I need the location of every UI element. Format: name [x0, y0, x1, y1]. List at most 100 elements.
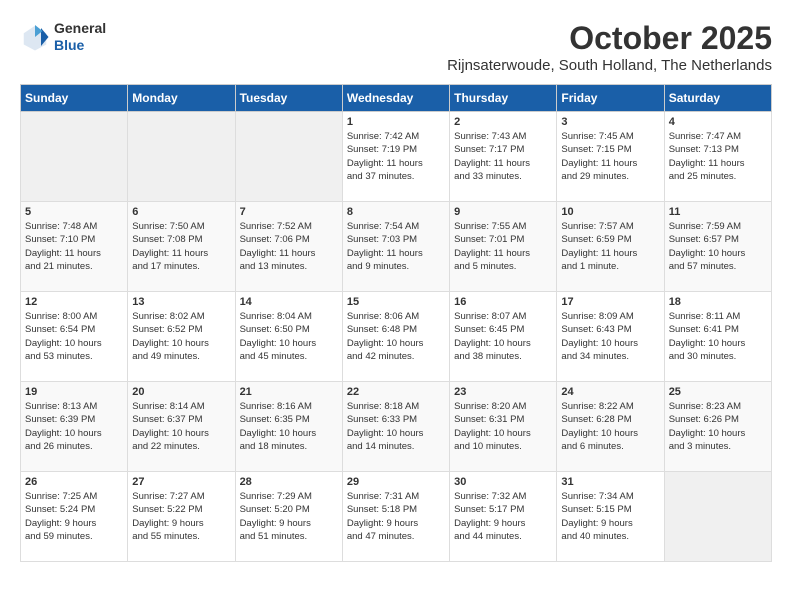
calendar-cell: 28 Sunrise: 7:29 AM Sunset: 5:20 PM Dayli… — [235, 472, 342, 562]
day-info: Sunrise: 7:47 AM Sunset: 7:13 PM Dayligh… — [669, 130, 767, 183]
day-number: 20 — [132, 386, 230, 398]
day-number: 30 — [454, 476, 552, 488]
calendar-cell: 30 Sunrise: 7:32 AM Sunset: 5:17 PM Dayli… — [450, 472, 557, 562]
calendar-table: SundayMondayTuesdayWednesdayThursdayFrid… — [20, 84, 772, 562]
logo-general: General — [54, 20, 106, 37]
calendar-cell: 13Sunrise: 8:02 AM Sunset: 6:52 PM Dayli… — [128, 292, 235, 382]
logo: General Blue — [20, 20, 106, 54]
day-number: 23 — [454, 386, 552, 398]
calendar-cell: 27 Sunrise: 7:27 AM Sunset: 5:22 PM Dayli… — [128, 472, 235, 562]
day-number: 5 — [25, 206, 123, 218]
day-info: Sunrise: 7:27 AM Sunset: 5:22 PM Dayligh… — [132, 490, 230, 543]
day-info: Sunrise: 7:59 AM Sunset: 6:57 PM Dayligh… — [669, 220, 767, 273]
calendar-cell: 8Sunrise: 7:54 AM Sunset: 7:03 PM Daylig… — [342, 202, 449, 292]
weekday-header-wednesday: Wednesday — [342, 85, 449, 112]
logo-text: General Blue — [54, 20, 106, 54]
day-info: Sunrise: 7:50 AM Sunset: 7:08 PM Dayligh… — [132, 220, 230, 273]
day-number: 16 — [454, 296, 552, 308]
day-info: Sunrise: 8:13 AM Sunset: 6:39 PM Dayligh… — [25, 400, 123, 453]
day-number: 31 — [561, 476, 659, 488]
day-info: Sunrise: 8:02 AM Sunset: 6:52 PM Dayligh… — [132, 310, 230, 363]
calendar-cell: 22Sunrise: 8:18 AM Sunset: 6:33 PM Dayli… — [342, 382, 449, 472]
calendar-cell: 17 Sunrise: 8:09 AM Sunset: 6:43 PM Dayli… — [557, 292, 664, 382]
page-header: General Blue October 2025 Rijnsaterwoude… — [20, 20, 772, 74]
calendar-cell: 2 Sunrise: 7:43 AM Sunset: 7:17 PM Daylig… — [450, 112, 557, 202]
day-info: Sunrise: 8:04 AM Sunset: 6:50 PM Dayligh… — [240, 310, 338, 363]
day-number: 25 — [669, 386, 767, 398]
day-number: 4 — [669, 116, 767, 128]
location-subtitle: Rijnsaterwoude, South Holland, The Nethe… — [447, 57, 772, 74]
calendar-cell: 11 Sunrise: 7:59 AM Sunset: 6:57 PM Dayli… — [664, 202, 771, 292]
day-info: Sunrise: 7:54 AM Sunset: 7:03 PM Dayligh… — [347, 220, 445, 273]
calendar-cell: 9 Sunrise: 7:55 AM Sunset: 7:01 PM Daylig… — [450, 202, 557, 292]
day-info: Sunrise: 7:43 AM Sunset: 7:17 PM Dayligh… — [454, 130, 552, 183]
calendar-week-row: 12 Sunrise: 8:00 AM Sunset: 6:54 PM Dayli… — [21, 292, 772, 382]
day-number: 14 — [240, 296, 338, 308]
day-number: 11 — [669, 206, 767, 218]
title-block: October 2025 Rijnsaterwoude, South Holla… — [447, 20, 772, 74]
calendar-cell: 15Sunrise: 8:06 AM Sunset: 6:48 PM Dayli… — [342, 292, 449, 382]
day-info: Sunrise: 8:14 AM Sunset: 6:37 PM Dayligh… — [132, 400, 230, 453]
weekday-header-thursday: Thursday — [450, 85, 557, 112]
calendar-cell: 1Sunrise: 7:42 AM Sunset: 7:19 PM Daylig… — [342, 112, 449, 202]
month-title: October 2025 — [447, 20, 772, 57]
day-number: 19 — [25, 386, 123, 398]
calendar-cell — [128, 112, 235, 202]
calendar-week-row: 1Sunrise: 7:42 AM Sunset: 7:19 PM Daylig… — [21, 112, 772, 202]
weekday-header-sunday: Sunday — [21, 85, 128, 112]
day-number: 18 — [669, 296, 767, 308]
calendar-cell: 26 Sunrise: 7:25 AM Sunset: 5:24 PM Dayli… — [21, 472, 128, 562]
calendar-cell: 21Sunrise: 8:16 AM Sunset: 6:35 PM Dayli… — [235, 382, 342, 472]
calendar-cell: 14 Sunrise: 8:04 AM Sunset: 6:50 PM Dayli… — [235, 292, 342, 382]
weekday-header-friday: Friday — [557, 85, 664, 112]
day-number: 17 — [561, 296, 659, 308]
day-info: Sunrise: 7:42 AM Sunset: 7:19 PM Dayligh… — [347, 130, 445, 183]
day-info: Sunrise: 7:55 AM Sunset: 7:01 PM Dayligh… — [454, 220, 552, 273]
day-info: Sunrise: 7:48 AM Sunset: 7:10 PM Dayligh… — [25, 220, 123, 273]
day-info: Sunrise: 8:07 AM Sunset: 6:45 PM Dayligh… — [454, 310, 552, 363]
day-number: 2 — [454, 116, 552, 128]
calendar-cell: 25 Sunrise: 8:23 AM Sunset: 6:26 PM Dayli… — [664, 382, 771, 472]
day-number: 10 — [561, 206, 659, 218]
calendar-cell: 3 Sunrise: 7:45 AM Sunset: 7:15 PM Daylig… — [557, 112, 664, 202]
calendar-cell: 24Sunrise: 8:22 AM Sunset: 6:28 PM Dayli… — [557, 382, 664, 472]
calendar-cell — [664, 472, 771, 562]
weekday-header-tuesday: Tuesday — [235, 85, 342, 112]
day-info: Sunrise: 8:06 AM Sunset: 6:48 PM Dayligh… — [347, 310, 445, 363]
day-number: 6 — [132, 206, 230, 218]
day-number: 9 — [454, 206, 552, 218]
calendar-cell: 29Sunrise: 7:31 AM Sunset: 5:18 PM Dayli… — [342, 472, 449, 562]
day-info: Sunrise: 8:00 AM Sunset: 6:54 PM Dayligh… — [25, 310, 123, 363]
day-info: Sunrise: 8:09 AM Sunset: 6:43 PM Dayligh… — [561, 310, 659, 363]
calendar-cell: 31Sunrise: 7:34 AM Sunset: 5:15 PM Dayli… — [557, 472, 664, 562]
weekday-header-row: SundayMondayTuesdayWednesdayThursdayFrid… — [21, 85, 772, 112]
calendar-cell: 16 Sunrise: 8:07 AM Sunset: 6:45 PM Dayli… — [450, 292, 557, 382]
calendar-cell: 5 Sunrise: 7:48 AM Sunset: 7:10 PM Daylig… — [21, 202, 128, 292]
day-number: 26 — [25, 476, 123, 488]
calendar-cell — [235, 112, 342, 202]
day-info: Sunrise: 7:32 AM Sunset: 5:17 PM Dayligh… — [454, 490, 552, 543]
calendar-cell — [21, 112, 128, 202]
day-info: Sunrise: 8:16 AM Sunset: 6:35 PM Dayligh… — [240, 400, 338, 453]
day-number: 27 — [132, 476, 230, 488]
calendar-cell: 6 Sunrise: 7:50 AM Sunset: 7:08 PM Daylig… — [128, 202, 235, 292]
day-number: 12 — [25, 296, 123, 308]
day-info: Sunrise: 7:45 AM Sunset: 7:15 PM Dayligh… — [561, 130, 659, 183]
calendar-cell: 10Sunrise: 7:57 AM Sunset: 6:59 PM Dayli… — [557, 202, 664, 292]
calendar-cell: 20 Sunrise: 8:14 AM Sunset: 6:37 PM Dayli… — [128, 382, 235, 472]
day-info: Sunrise: 7:52 AM Sunset: 7:06 PM Dayligh… — [240, 220, 338, 273]
day-info: Sunrise: 8:23 AM Sunset: 6:26 PM Dayligh… — [669, 400, 767, 453]
calendar-week-row: 5 Sunrise: 7:48 AM Sunset: 7:10 PM Daylig… — [21, 202, 772, 292]
calendar-cell: 23Sunrise: 8:20 AM Sunset: 6:31 PM Dayli… — [450, 382, 557, 472]
day-info: Sunrise: 7:25 AM Sunset: 5:24 PM Dayligh… — [25, 490, 123, 543]
calendar-cell: 12 Sunrise: 8:00 AM Sunset: 6:54 PM Dayli… — [21, 292, 128, 382]
day-info: Sunrise: 7:29 AM Sunset: 5:20 PM Dayligh… — [240, 490, 338, 543]
weekday-header-monday: Monday — [128, 85, 235, 112]
day-number: 28 — [240, 476, 338, 488]
day-number: 22 — [347, 386, 445, 398]
calendar-week-row: 19 Sunrise: 8:13 AM Sunset: 6:39 PM Dayli… — [21, 382, 772, 472]
calendar-cell: 19 Sunrise: 8:13 AM Sunset: 6:39 PM Dayli… — [21, 382, 128, 472]
day-number: 24 — [561, 386, 659, 398]
calendar-cell: 18Sunrise: 8:11 AM Sunset: 6:41 PM Dayli… — [664, 292, 771, 382]
day-number: 3 — [561, 116, 659, 128]
